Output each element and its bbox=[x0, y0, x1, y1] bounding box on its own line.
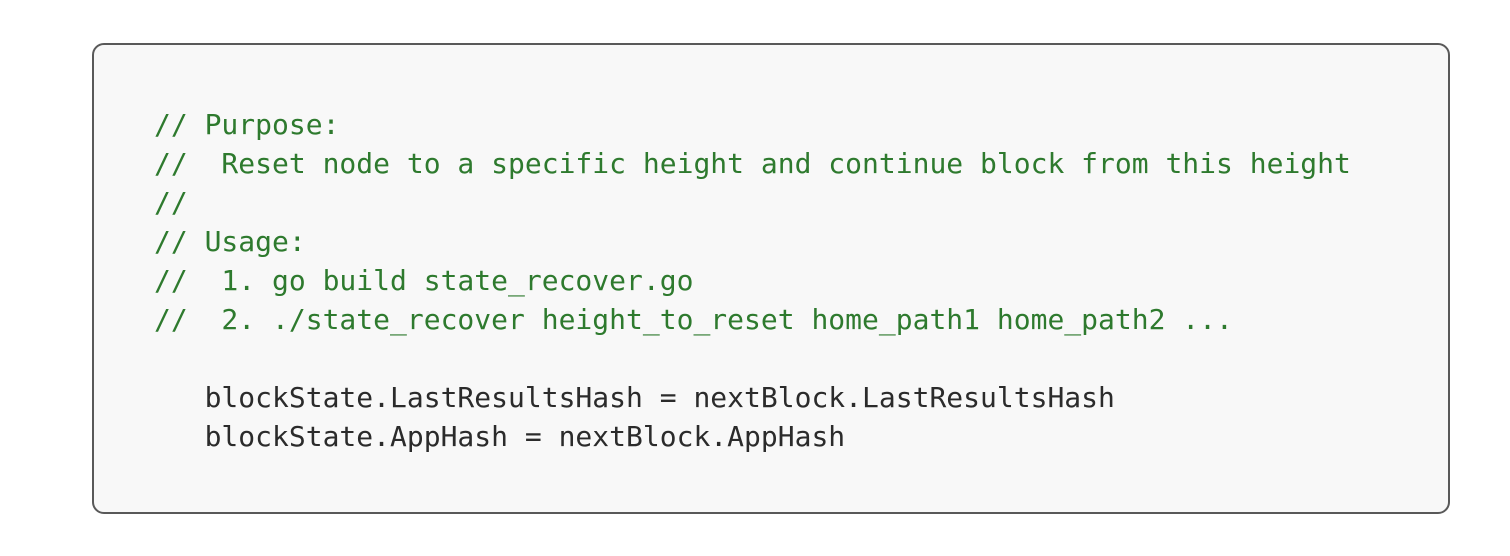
code-line-comment: // 1. go build state_recover.go bbox=[154, 264, 694, 297]
code-snippet-card: // Purpose: // Reset node to a specific h… bbox=[92, 43, 1450, 514]
code-lines-container[interactable]: // Purpose: // Reset node to a specific h… bbox=[154, 105, 1438, 456]
code-line-code: blockState.LastResultsHash = nextBlock.L… bbox=[154, 381, 1115, 414]
code-line-comment: // Usage: bbox=[154, 225, 306, 258]
code-line-comment: // 2. ./state_recover height_to_reset ho… bbox=[154, 303, 1233, 336]
code-line-comment: // bbox=[154, 186, 188, 219]
code-line-comment: // Reset node to a specific height and c… bbox=[154, 147, 1351, 180]
code-line-code: blockState.AppHash = nextBlock.AppHash bbox=[154, 420, 846, 453]
code-line-comment: // Purpose: bbox=[154, 108, 340, 141]
page-root: // Purpose: // Reset node to a specific h… bbox=[0, 0, 1510, 556]
